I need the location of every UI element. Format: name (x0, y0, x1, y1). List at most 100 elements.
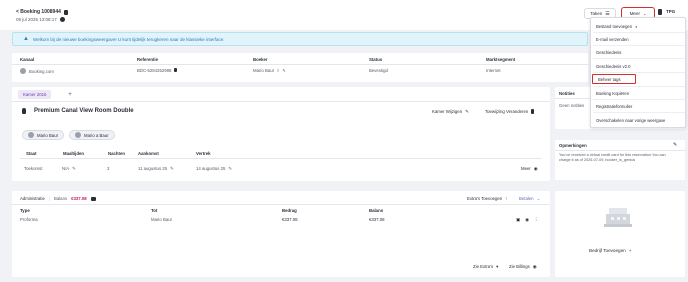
menu-item-overschakelen[interactable]: Overschakelen naar vorige weergave (591, 115, 687, 125)
admin-label: Administratie (20, 196, 45, 201)
menu-separator (593, 86, 685, 87)
kamer-wijzigen-link[interactable]: Kamer Wijzigen ✎ (432, 109, 469, 115)
print-icon[interactable]: ▣ (516, 217, 520, 223)
menu-item-bestand-toevoegen[interactable]: Bestand toevoegen ● (591, 21, 687, 31)
add-tab-button[interactable]: + (64, 90, 76, 99)
edit-icon[interactable]: ✎ (228, 166, 232, 172)
tpg-label[interactable]: TPG (666, 9, 675, 14)
info-icon[interactable] (59, 17, 65, 22)
document-icon[interactable] (63, 9, 68, 15)
notities-title: Notities (559, 91, 575, 96)
boeker-cell: Mario Baur ≡ ✎ (253, 68, 286, 73)
info-icon: ● (635, 23, 638, 29)
eye-icon[interactable]: ◉ (525, 217, 529, 223)
meer-dropdown-menu: Bestand toevoegen ● E-mail verzenden Ges… (590, 17, 686, 128)
row-actions: ▣ ◉ ⋮ (516, 217, 538, 223)
header-vertrek: Vertrek (196, 151, 211, 156)
person-icon (28, 132, 34, 138)
vertrek-value: 14 augustus 25 (196, 166, 226, 171)
toewijzing-link[interactable]: Toewijzing Veranderen (485, 109, 535, 114)
room-name: Premium Canal View Room Double (34, 108, 134, 114)
extras-toevoegen-button[interactable]: Extra's Toevoegen ↑ (467, 196, 507, 201)
menu-item-geschiedenis-v2[interactable]: Geschiedenis v2.0 (591, 61, 687, 71)
header-type: Type (20, 208, 30, 213)
edit-icon[interactable]: ✎ (282, 68, 285, 73)
kamer-wijzigen-label: Kamer Wijzigen (432, 109, 463, 114)
chevron-down-icon: ⌄ (536, 196, 541, 201)
type-value: Proforma (20, 217, 38, 222)
copy-icon[interactable] (174, 68, 178, 72)
bedrijf-card: Bedrijf Toevoegen + (555, 191, 685, 277)
admin-card: Administratie | Balans €337.08 Extra's T… (12, 191, 550, 277)
balans-value: €337.08 (71, 196, 87, 201)
divider (555, 150, 685, 151)
zie-extras-label: Zie Extra's (473, 264, 494, 269)
opmerkingen-body: You've received a virtual credit card fo… (559, 153, 666, 162)
booking-date: 09 jul 2025 13:08:17 (16, 17, 57, 22)
list-icon: ☰ (605, 10, 610, 17)
marktsegment-value: Internet (486, 68, 501, 73)
guest-chip[interactable]: Mario a Baur (69, 130, 115, 140)
header-nachten: Nachten (108, 151, 125, 156)
meer-label: Meer (629, 10, 640, 16)
edit-icon[interactable]: ✎ (72, 166, 76, 172)
aankomst-value: 11 augustus 25 (138, 166, 168, 171)
header-tot: Tot (151, 208, 158, 213)
admin-header: Administratie | Balans €337.08 (20, 196, 96, 201)
referentie-cell: BDC-5284352988 (137, 68, 178, 73)
notities-body: Geen notities (559, 103, 585, 108)
guest-chip[interactable]: Mario Baur (22, 130, 65, 140)
page-subtitle: 09 jul 2025 13:08:17 (16, 17, 65, 22)
eye-icon: ◉ (532, 264, 537, 269)
person-icon (75, 132, 81, 138)
zie-billings-link[interactable]: Zie Billings ◉ (509, 264, 537, 270)
guest-name: Mario Baur (37, 132, 59, 138)
room-card: Kamer 2016 + Premium Canal View Room Dou… (12, 87, 550, 181)
menu-separator (593, 32, 685, 33)
menu-icon[interactable]: ≡ (277, 68, 279, 73)
trash-icon[interactable] (658, 9, 662, 15)
menu-separator (593, 99, 685, 100)
menu-item-beheer-tags[interactable]: Beheer tags (592, 74, 636, 84)
page-title: < Boeking 1008944 (16, 9, 68, 15)
tot-value: Mario Baur (151, 217, 173, 222)
zie-extras-link[interactable]: Zie Extra's ▾ (473, 264, 498, 270)
credit-card-icon[interactable] (90, 196, 96, 201)
info-banner: ▲ Welkom bij de nieuwe boekingsweergave!… (12, 32, 588, 46)
menu-separator (593, 112, 685, 113)
edit-icon: ✎ (465, 109, 469, 114)
header-boeker: Boeker (253, 57, 268, 62)
vertrek-cell: 14 augustus 25 ✎ (196, 166, 232, 172)
toewijzing-label: Toewijzing Veranderen (485, 109, 529, 114)
boeker-value[interactable]: Mario Baur (253, 68, 274, 73)
edit-icon[interactable]: ✎ (673, 142, 677, 148)
extras-label: Extra's Toevoegen (467, 196, 503, 201)
taken-label: Taken (590, 11, 603, 16)
menu-item-email-verzenden[interactable]: E-mail verzenden (591, 34, 687, 44)
menu-item-geschiedenis[interactable]: Geschiedenis (591, 47, 687, 57)
maaltijden-value: N/A (62, 166, 70, 171)
header-kanaal: Kanaal (20, 57, 35, 62)
banner-text[interactable]: Welkom bij de nieuwe boekingsweergave! U… (33, 37, 225, 42)
menu-separator (593, 72, 685, 73)
bedrijf-toevoegen-button[interactable]: Bedrijf Toevoegen + (589, 248, 631, 253)
aankomst-cell: 11 augustus 25 ✎ (138, 166, 174, 172)
booking-title[interactable]: < Boeking 1008944 (16, 9, 61, 15)
guest-name: Mario a Baur (84, 132, 109, 138)
basket-icon: ▾ (496, 264, 499, 269)
menu-item-registratieformulier[interactable]: Registratieformulier (591, 101, 687, 111)
divider (12, 204, 550, 205)
tab-kamer[interactable]: Kamer 2016 (18, 90, 52, 99)
betalen-button[interactable]: Betalen ⌄ (519, 196, 540, 202)
kanaal-value: Booking.com (29, 68, 54, 74)
meer-room-link[interactable]: Meer ◉ (521, 166, 538, 172)
balans-row-value: €337.08 (369, 217, 385, 222)
header-status: Status (369, 57, 383, 62)
overview-card: Kanaal Referentie Boeker Status Marktseg… (12, 53, 588, 82)
more-icon[interactable]: ⋮ (534, 217, 538, 223)
staat-value: Toekomst (24, 166, 43, 171)
menu-item-boeking-kopieren[interactable]: Boeking Kopiëren (591, 88, 687, 98)
referentie-value: BDC-5284352988 (137, 68, 172, 73)
edit-icon[interactable]: ✎ (170, 166, 174, 172)
opmerkingen-card: Opmerkingen ✎ You've received a virtual … (555, 140, 685, 180)
